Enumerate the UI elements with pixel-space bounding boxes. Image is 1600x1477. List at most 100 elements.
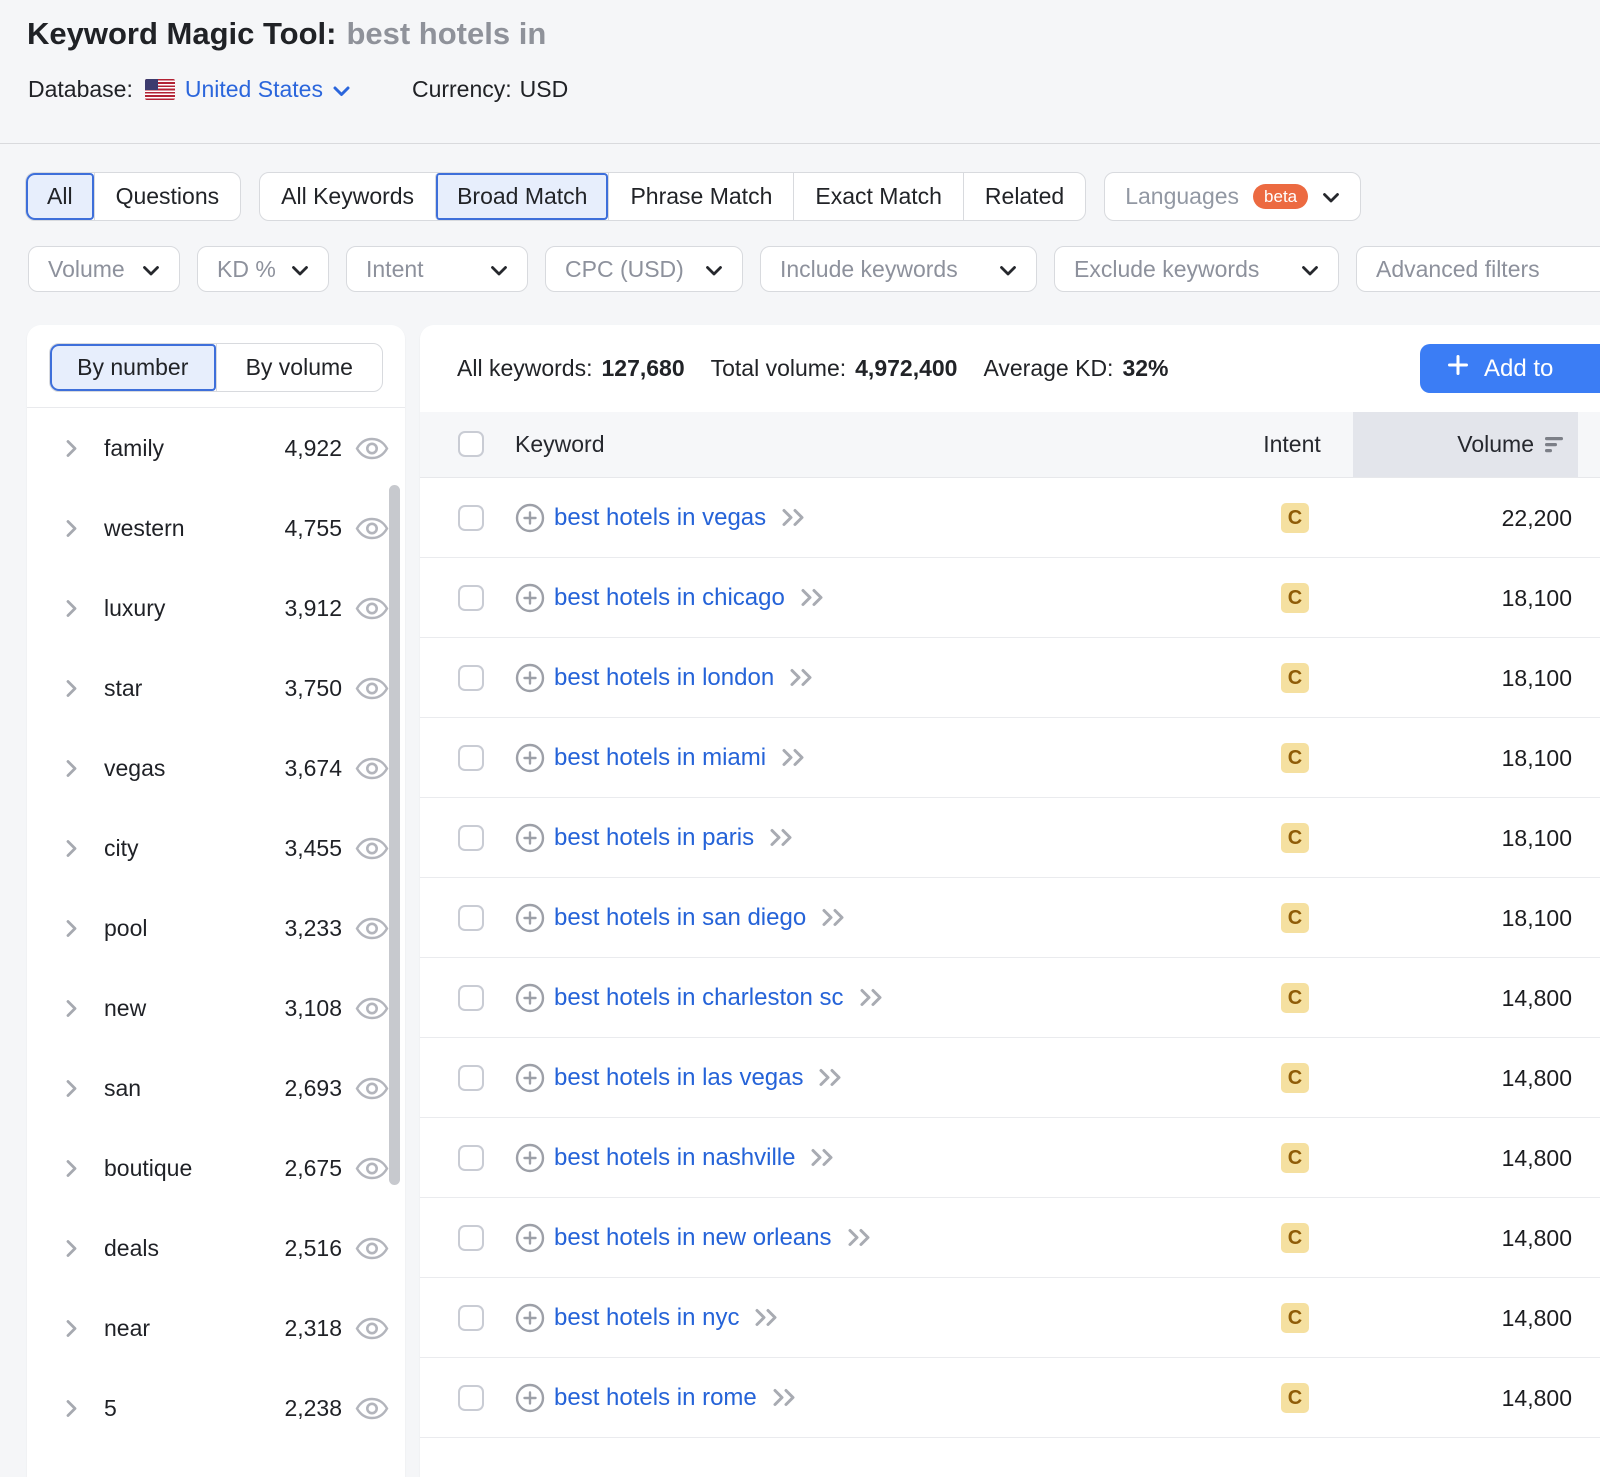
double-chevron-right-icon[interactable] (799, 587, 826, 608)
filter-advanced-filters[interactable]: Advanced filters (1356, 246, 1600, 292)
eye-icon[interactable] (355, 757, 389, 780)
tab-all[interactable]: All (26, 173, 94, 220)
double-chevron-right-icon[interactable] (820, 907, 847, 928)
chevron-right-icon[interactable] (65, 679, 78, 698)
tab-exact-match[interactable]: Exact Match (793, 173, 963, 220)
keyword-link[interactable]: best hotels in vegas (554, 504, 766, 532)
keyword-link[interactable]: best hotels in london (554, 664, 774, 692)
add-to-button[interactable]: Add to (1420, 344, 1600, 393)
eye-icon[interactable] (355, 437, 389, 460)
double-chevron-right-icon[interactable] (788, 667, 815, 688)
row-checkbox[interactable] (458, 1225, 484, 1251)
sidebar-scrollbar[interactable] (389, 485, 400, 1185)
plus-circle-icon[interactable] (515, 1303, 545, 1333)
sidebar-group-5[interactable]: 5 2,238 (27, 1368, 405, 1448)
plus-circle-icon[interactable] (515, 823, 545, 853)
double-chevron-right-icon[interactable] (768, 827, 795, 848)
keyword-link[interactable]: best hotels in nyc (554, 1304, 739, 1332)
plus-circle-icon[interactable] (515, 503, 545, 533)
plus-circle-icon[interactable] (515, 1143, 545, 1173)
eye-icon[interactable] (355, 997, 389, 1020)
eye-icon[interactable] (355, 1157, 389, 1180)
keyword-link[interactable]: best hotels in miami (554, 744, 766, 772)
plus-circle-icon[interactable] (515, 743, 545, 773)
chevron-right-icon[interactable] (65, 519, 78, 538)
plus-circle-icon[interactable] (515, 983, 545, 1013)
sidebar-group-vegas[interactable]: vegas 3,674 (27, 728, 405, 808)
keyword-link[interactable]: best hotels in chicago (554, 584, 785, 612)
double-chevron-right-icon[interactable] (771, 1387, 798, 1408)
row-checkbox[interactable] (458, 825, 484, 851)
plus-circle-icon[interactable] (515, 1223, 545, 1253)
sidebar-group-family[interactable]: family 4,922 (27, 408, 405, 488)
keyword-link[interactable]: best hotels in charleston sc (554, 984, 844, 1012)
tab-phrase-match[interactable]: Phrase Match (608, 173, 793, 220)
filter-cpc-usd[interactable]: CPC (USD) (545, 246, 743, 292)
database-selector[interactable]: United States (145, 76, 350, 103)
keyword-link[interactable]: best hotels in paris (554, 824, 754, 852)
plus-circle-icon[interactable] (515, 1063, 545, 1093)
chevron-right-icon[interactable] (65, 919, 78, 938)
row-checkbox[interactable] (458, 905, 484, 931)
tab-by-number[interactable]: By number (50, 344, 216, 391)
tab-questions[interactable]: Questions (94, 173, 241, 220)
keyword-link[interactable]: best hotels in las vegas (554, 1064, 803, 1092)
tab-related[interactable]: Related (963, 173, 1085, 220)
double-chevron-right-icon[interactable] (817, 1067, 844, 1088)
sidebar-group-western[interactable]: western 4,755 (27, 488, 405, 568)
column-header-keyword[interactable]: Keyword (515, 431, 604, 458)
chevron-right-icon[interactable] (65, 999, 78, 1018)
filter-volume[interactable]: Volume (28, 246, 180, 292)
chevron-right-icon[interactable] (65, 439, 78, 458)
chevron-right-icon[interactable] (65, 1319, 78, 1338)
chevron-right-icon[interactable] (65, 599, 78, 618)
keyword-link[interactable]: best hotels in san diego (554, 904, 806, 932)
eye-icon[interactable] (355, 1077, 389, 1100)
row-checkbox[interactable] (458, 1305, 484, 1331)
plus-circle-icon[interactable] (515, 663, 545, 693)
eye-icon[interactable] (355, 517, 389, 540)
eye-icon[interactable] (355, 837, 389, 860)
row-checkbox[interactable] (458, 1145, 484, 1171)
row-checkbox[interactable] (458, 985, 484, 1011)
row-checkbox[interactable] (458, 745, 484, 771)
plus-circle-icon[interactable] (515, 583, 545, 613)
sidebar-group-san[interactable]: san 2,693 (27, 1048, 405, 1128)
keyword-link[interactable]: best hotels in new orleans (554, 1224, 832, 1252)
plus-circle-icon[interactable] (515, 903, 545, 933)
column-header-intent[interactable]: Intent (1217, 431, 1367, 458)
eye-icon[interactable] (355, 1317, 389, 1340)
sidebar-group-new[interactable]: new 3,108 (27, 968, 405, 1048)
chevron-right-icon[interactable] (65, 759, 78, 778)
chevron-right-icon[interactable] (65, 1079, 78, 1098)
double-chevron-right-icon[interactable] (858, 987, 885, 1008)
tab-all-keywords[interactable]: All Keywords (260, 173, 435, 220)
plus-circle-icon[interactable] (515, 1383, 545, 1413)
keyword-link[interactable]: best hotels in nashville (554, 1144, 795, 1172)
row-checkbox[interactable] (458, 1065, 484, 1091)
double-chevron-right-icon[interactable] (780, 507, 807, 528)
select-all-checkbox[interactable] (458, 431, 484, 457)
sidebar-group-pool[interactable]: pool 3,233 (27, 888, 405, 968)
chevron-right-icon[interactable] (65, 839, 78, 858)
double-chevron-right-icon[interactable] (780, 747, 807, 768)
languages-dropdown[interactable]: Languages beta (1104, 172, 1361, 221)
keyword-link[interactable]: best hotels in rome (554, 1384, 757, 1412)
row-checkbox[interactable] (458, 665, 484, 691)
double-chevron-right-icon[interactable] (846, 1227, 873, 1248)
eye-icon[interactable] (355, 1237, 389, 1260)
eye-icon[interactable] (355, 1397, 389, 1420)
sidebar-group-star[interactable]: star 3,750 (27, 648, 405, 728)
column-header-volume[interactable]: Volume (1457, 431, 1567, 458)
double-chevron-right-icon[interactable] (753, 1307, 780, 1328)
chevron-right-icon[interactable] (65, 1239, 78, 1258)
tab-broad-match[interactable]: Broad Match (435, 173, 608, 220)
tab-by-volume[interactable]: By volume (216, 344, 383, 391)
chevron-right-icon[interactable] (65, 1399, 78, 1418)
filter-include-keywords[interactable]: Include keywords (760, 246, 1037, 292)
eye-icon[interactable] (355, 677, 389, 700)
sidebar-group-luxury[interactable]: luxury 3,912 (27, 568, 405, 648)
sidebar-group-boutique[interactable]: boutique 2,675 (27, 1128, 405, 1208)
double-chevron-right-icon[interactable] (809, 1147, 836, 1168)
filter-kd[interactable]: KD % (197, 246, 329, 292)
